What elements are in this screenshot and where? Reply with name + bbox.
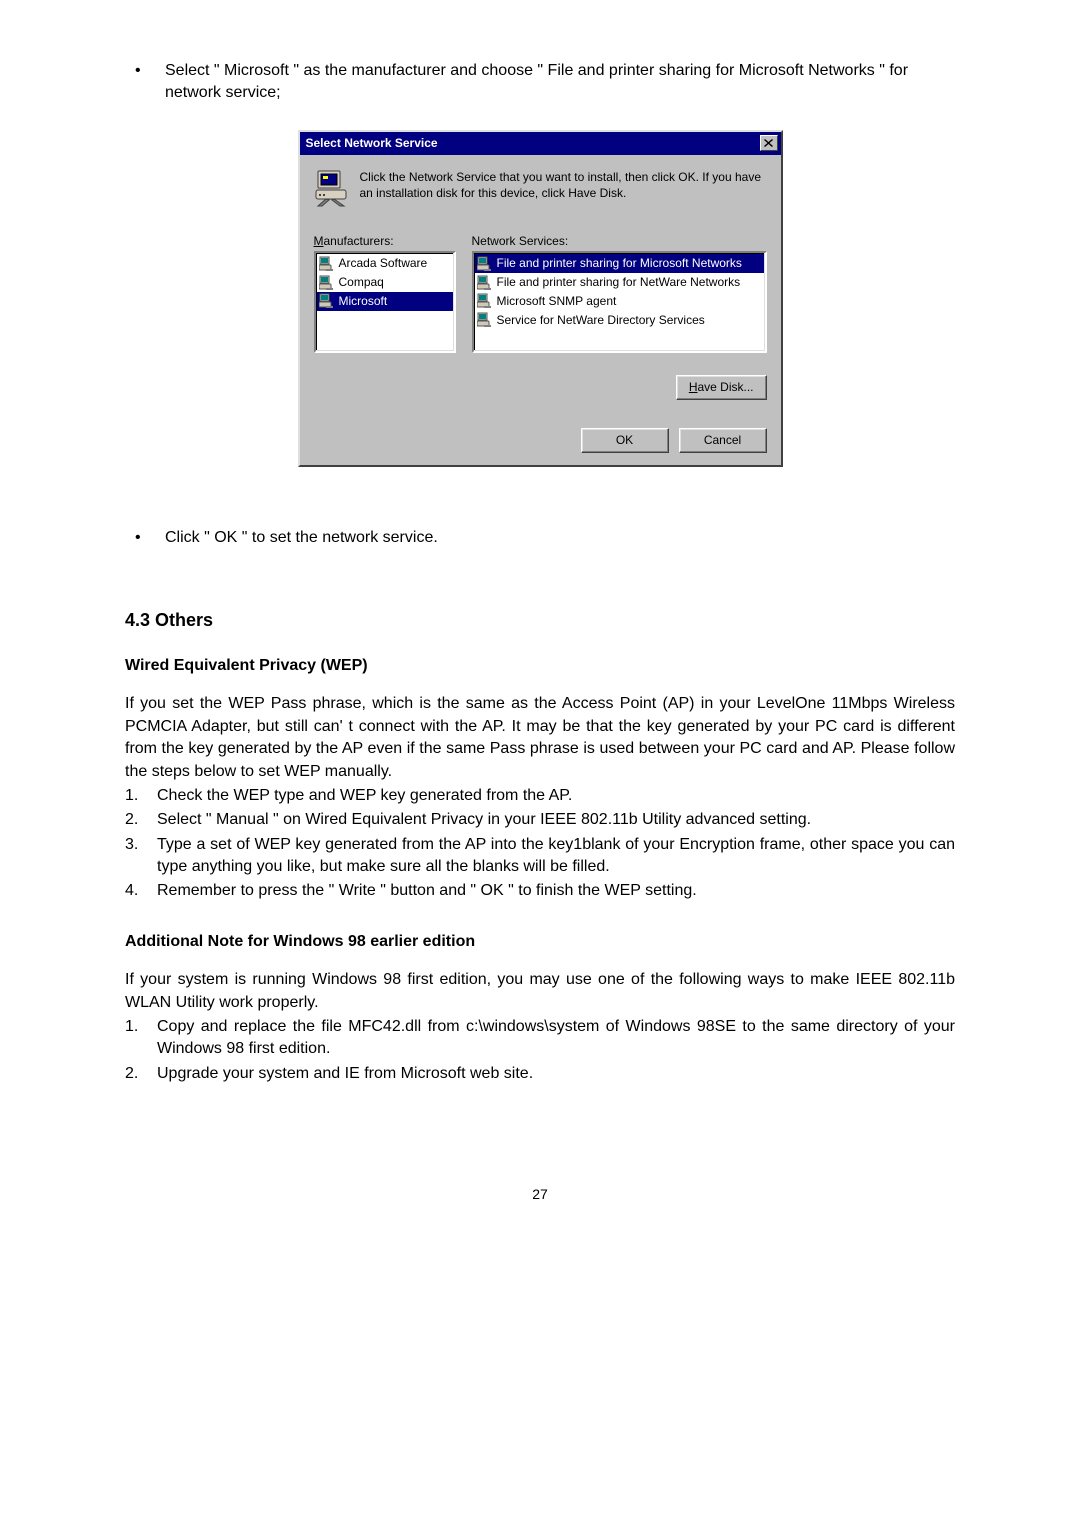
list-number: 3. [125,834,157,879]
list-item[interactable]: File and printer sharing for Microsoft N… [475,254,764,273]
ok-button[interactable]: OK [581,428,669,453]
dialog-title: Select Network Service [306,135,760,152]
list-item[interactable]: Service for NetWare Directory Services [475,311,764,330]
bullet-marker [125,527,165,549]
manufacturers-listbox[interactable]: Arcada Software Compaq Mic [314,251,456,353]
wep-step: Check the WEP type and WEP key generated… [157,785,955,807]
win98-step: Upgrade your system and IE from Microsof… [157,1063,955,1085]
cancel-button[interactable]: Cancel [679,428,767,453]
network-service-icon [477,275,495,291]
dialog-instruction: Click the Network Service that you want … [360,169,767,201]
network-service-icon [319,293,337,309]
win98-step: Copy and replace the file MFC42.dll from… [157,1016,955,1061]
list-number: 1. [125,785,157,807]
network-service-icon [319,256,337,272]
click-ok-bullet: Click " OK " to set the network service. [165,527,955,549]
have-disk-button[interactable]: Have Disk... [676,375,767,400]
win98-paragraph: If your system is running Windows 98 fir… [125,969,955,1014]
win98-steps-list: 1.Copy and replace the file MFC42.dll fr… [125,1016,955,1085]
services-listbox[interactable]: File and printer sharing for Microsoft N… [472,251,767,353]
close-icon[interactable] [760,135,778,151]
wep-heading: Wired Equivalent Privacy (WEP) [125,655,955,677]
service-icon [314,169,352,207]
list-item-label: Compaq [339,274,384,291]
list-item[interactable]: Compaq [317,273,453,292]
list-item-label: File and printer sharing for NetWare Net… [497,274,741,291]
win98-heading: Additional Note for Windows 98 earlier e… [125,931,955,953]
list-number: 2. [125,1063,157,1085]
list-number: 2. [125,809,157,831]
list-item-label: Service for NetWare Directory Services [497,312,705,329]
network-service-icon [477,312,495,328]
wep-step: Type a set of WEP key generated from the… [157,834,955,879]
list-item-label: Arcada Software [339,255,428,272]
page-number: 27 [125,1185,955,1205]
services-label: Network Services: [472,233,767,250]
list-item-label: File and printer sharing for Microsoft N… [497,255,742,272]
wep-step: Remember to press the " Write " button a… [157,880,955,902]
network-service-icon [477,256,495,272]
bullet-marker [125,60,165,105]
intro-bullet-text: Select " Microsoft " as the manufacturer… [165,60,955,105]
manufacturers-label: Manufacturers: [314,233,456,250]
others-heading: 4.3 Others [125,608,955,633]
wep-steps-list: 1.Check the WEP type and WEP key generat… [125,785,955,903]
list-item[interactable]: Arcada Software [317,254,453,273]
network-service-icon [319,275,337,291]
network-service-icon [477,293,495,309]
wep-step: Select " Manual " on Wired Equivalent Pr… [157,809,955,831]
list-item-label: Microsoft [339,293,388,310]
list-number: 4. [125,880,157,902]
list-item[interactable]: Microsoft SNMP agent [475,292,764,311]
list-item[interactable]: Microsoft [317,292,453,311]
dialog-titlebar: Select Network Service [300,132,781,155]
list-item[interactable]: File and printer sharing for NetWare Net… [475,273,764,292]
select-network-service-dialog: Select Network Service [298,130,783,468]
list-item-label: Microsoft SNMP agent [497,293,617,310]
wep-paragraph: If you set the WEP Pass phrase, which is… [125,693,955,783]
list-number: 1. [125,1016,157,1061]
